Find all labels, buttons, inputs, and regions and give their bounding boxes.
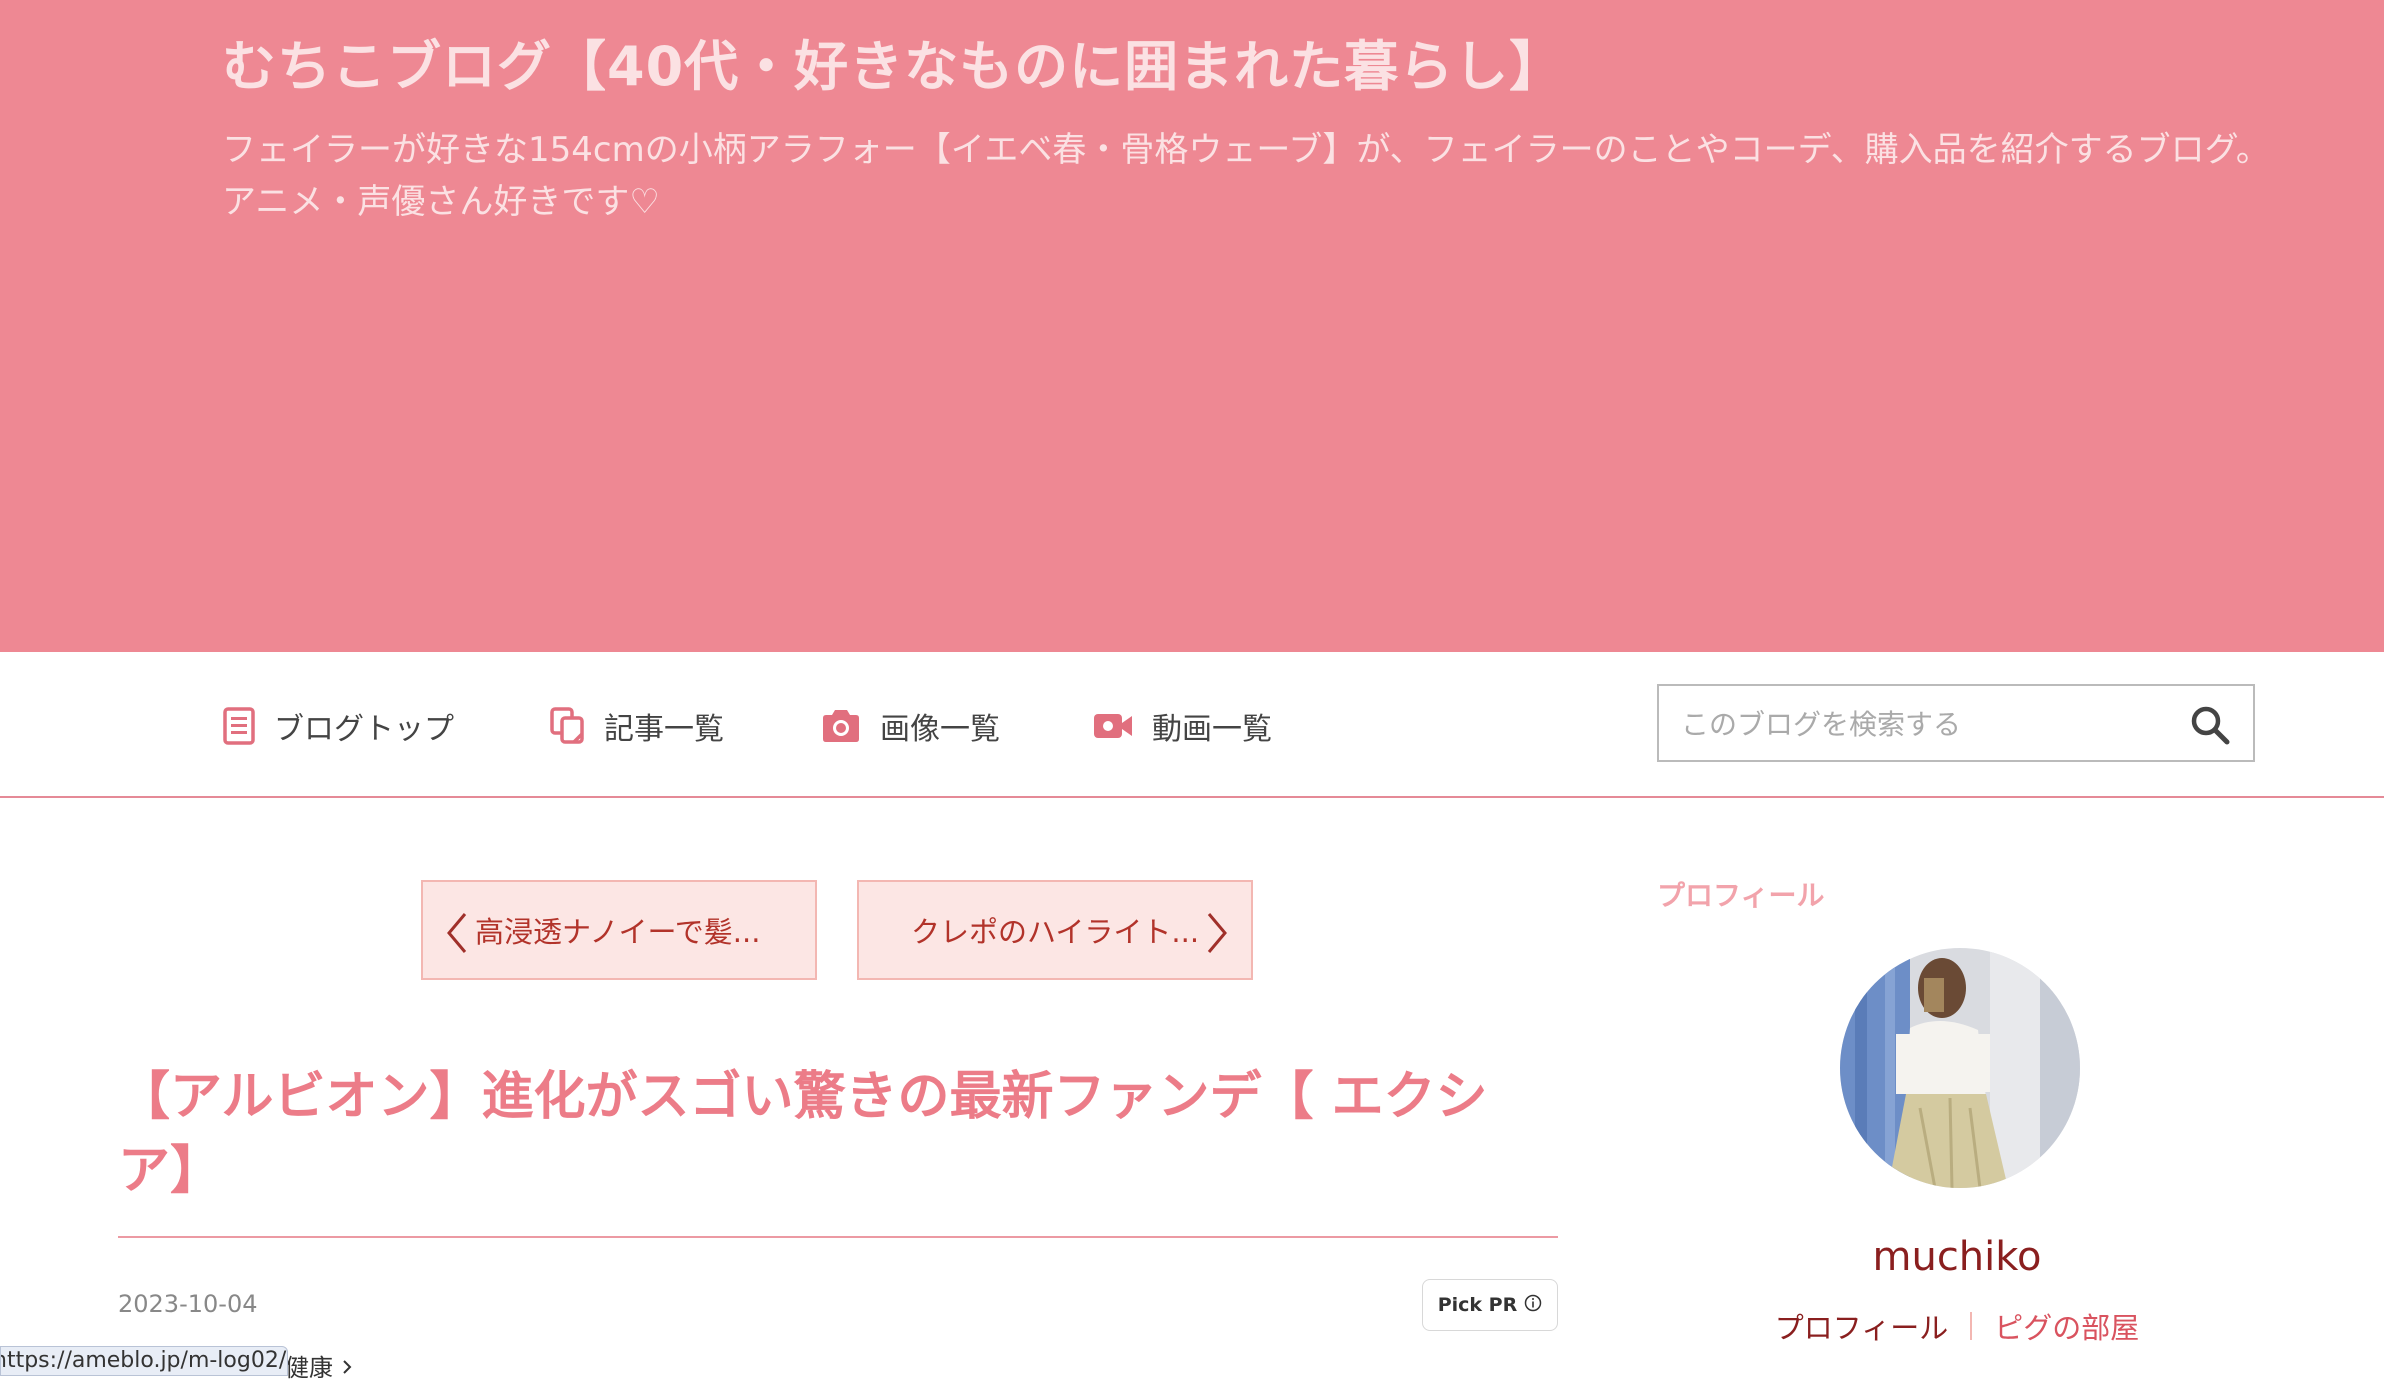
next-article-label: クレポのハイライト... xyxy=(911,915,1200,949)
pick-pr-label: Pick PR xyxy=(1437,1294,1518,1316)
prev-article-button[interactable]: 高浸透ナノイーで髪... xyxy=(421,880,817,980)
blog-description: フェイラーが好きな154cmの小柄アラフォー【イエベ春・骨格ウェーブ】が、フェイ… xyxy=(222,130,2270,222)
nav-video-list[interactable]: 動画一覧 xyxy=(1092,700,1272,752)
chevron-right-icon xyxy=(1207,913,1227,953)
nav-article-list[interactable]: 記事一覧 xyxy=(550,700,724,752)
nav-label: 記事一覧 xyxy=(604,712,724,747)
profile-link[interactable]: プロフィール xyxy=(1775,1305,1948,1347)
video-icon xyxy=(1092,711,1134,741)
chevron-right-icon xyxy=(341,1354,353,1382)
title-divider xyxy=(118,1236,1558,1238)
nav-image-list[interactable]: 画像一覧 xyxy=(820,700,1000,752)
nav-label: 画像一覧 xyxy=(880,712,1000,747)
nav-label: ブログトップ xyxy=(274,712,454,747)
profile-heading: プロフィール xyxy=(1657,879,1825,912)
status-bar-url: https://ameblo.jp/m-log02/ xyxy=(0,1346,288,1376)
chevron-left-icon xyxy=(447,913,467,953)
search-input[interactable] xyxy=(1679,696,2163,752)
pigg-room-link[interactable]: ピグの部屋 xyxy=(1994,1305,2139,1347)
search-icon[interactable] xyxy=(2189,704,2231,746)
info-icon xyxy=(1524,1294,1542,1317)
nav-blog-top[interactable]: ブログトップ xyxy=(222,700,454,752)
avatar[interactable] xyxy=(1840,948,2080,1188)
profile-links: プロフィール ピグの部屋 xyxy=(1657,1306,2257,1346)
link-divider xyxy=(1970,1312,1973,1340)
profile-name[interactable]: muchiko xyxy=(1657,1234,2257,1280)
article-category-link[interactable]: 健康 xyxy=(285,1348,353,1383)
document-icon xyxy=(222,707,256,745)
article-date: 2023-10-04 xyxy=(118,1290,258,1318)
copy-icon xyxy=(550,707,586,745)
pick-pr-badge[interactable]: Pick PR xyxy=(1422,1279,1558,1331)
prev-article-label: 高浸透ナノイーで髪... xyxy=(475,915,761,949)
category-label: 健康 xyxy=(285,1354,333,1382)
blog-title[interactable]: むちこブログ【40代・好きなものに囲まれた暮らし】 xyxy=(222,22,1564,101)
article-title[interactable]: 【アルビオン】進化がスゴい驚きの最新ファンデ【 エクシア】 xyxy=(118,1060,1558,1208)
camera-icon xyxy=(820,708,862,744)
blog-search xyxy=(1657,684,2255,762)
nav-label: 動画一覧 xyxy=(1152,712,1272,747)
next-article-button[interactable]: クレポのハイライト... xyxy=(857,880,1253,980)
blog-header: むちこブログ【40代・好きなものに囲まれた暮らし】 フェイラーが好きな154cm… xyxy=(0,0,2384,652)
